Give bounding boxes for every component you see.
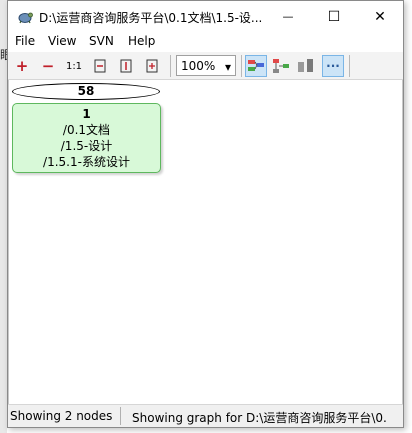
toolbar-separator [241, 55, 242, 77]
chevron-down-icon: ▾ [224, 60, 231, 74]
status-node-count: Showing 2 nodes [10, 409, 113, 423]
zoom-fit-height-button[interactable] [115, 55, 137, 77]
ellipsis-icon: ··· [326, 59, 340, 73]
maximize-icon: ☐ [327, 8, 341, 25]
maximize-button[interactable]: ☐ [311, 1, 357, 32]
status-graph-path: Showing graph for D:\运营商咨询服务平台\0. [132, 411, 387, 425]
revision-node[interactable]: 1 /0.1文档 /1.5-设计 /1.5.1-系统设计 [12, 103, 161, 173]
revision-graph-window: D:\运营商咨询服务平台\0.1文档\1.5-设... — ☐ ✕ File V… [7, 0, 404, 428]
close-icon: ✕ [374, 8, 386, 25]
revision-path: /1.5.1-系统设计 [43, 155, 130, 169]
head-revision-node[interactable]: 58 [12, 83, 160, 100]
zoom-in-icon: + [15, 57, 29, 75]
fit-width-icon [94, 59, 106, 73]
group-branches-button[interactable] [245, 55, 267, 77]
show-overview-button[interactable] [295, 55, 317, 77]
minimize-icon: — [282, 10, 294, 23]
more-options-button[interactable]: ··· [322, 55, 344, 77]
zoom-out-icon: − [41, 57, 55, 75]
background-window-strip [0, 0, 7, 433]
toolbar-separator [349, 55, 350, 77]
show-all-revisions-button[interactable] [270, 55, 292, 77]
zoom-select[interactable]: 100% ▾ [176, 55, 236, 76]
zoom-actual-size-label: 1:1 [65, 60, 83, 72]
status-divider [120, 407, 121, 425]
minimize-button[interactable]: — [265, 1, 311, 32]
revision-number: 1 [82, 107, 91, 121]
graph-tree-icon [273, 59, 289, 73]
overview-icon [298, 59, 313, 72]
zoom-value: 100% [181, 59, 216, 73]
revision-path: /1.5-设计 [60, 139, 113, 153]
background-window-text: 眼 [0, 48, 7, 62]
menu-svn[interactable]: SVN [89, 34, 114, 48]
tortoise-app-icon [17, 9, 33, 25]
revision-graph-canvas[interactable]: 58 1 /0.1文档 /1.5-设计 /1.5.1-系统设计 [8, 80, 403, 404]
zoom-out-button[interactable]: − [37, 55, 59, 77]
revision-path: /0.1文档 [62, 123, 111, 137]
zoom-fit-window-button[interactable] [141, 55, 163, 77]
fit-window-icon [146, 59, 158, 73]
graph-layout-icon [248, 60, 264, 71]
title-bar[interactable]: D:\运营商咨询服务平台\0.1文档\1.5-设... — ☐ ✕ [8, 1, 403, 32]
menu-view[interactable]: View [48, 34, 76, 48]
toolbar-separator [170, 55, 171, 77]
menu-bar: File View SVN Help [8, 32, 403, 52]
toolbar: + − 1:1 100% ▾ ··· [8, 52, 403, 80]
window-title: D:\运营商咨询服务平台\0.1文档\1.5-设... [39, 11, 263, 25]
zoom-actual-size-button[interactable]: 1:1 [63, 55, 85, 77]
zoom-in-button[interactable]: + [11, 55, 33, 77]
fit-height-icon [120, 59, 132, 73]
menu-help[interactable]: Help [128, 34, 155, 48]
status-bar: Showing 2 nodes Showing graph for D:\运营商… [8, 404, 403, 427]
zoom-fit-width-button[interactable] [89, 55, 111, 77]
menu-file[interactable]: File [15, 34, 35, 48]
close-button[interactable]: ✕ [357, 1, 403, 32]
